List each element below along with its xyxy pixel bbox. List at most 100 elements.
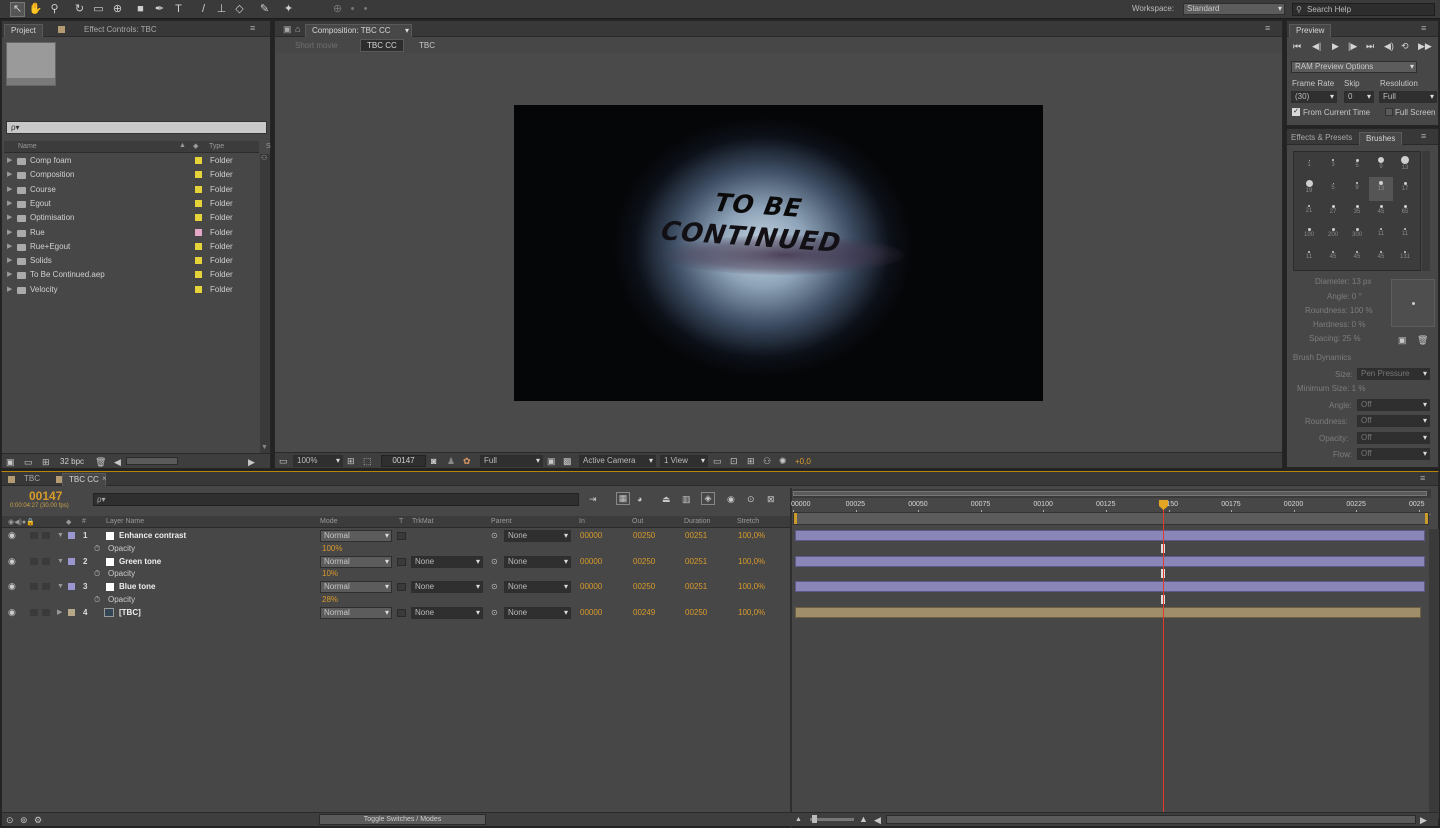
zoom-slider[interactable] (810, 815, 854, 823)
view-axis-icon[interactable]: • (358, 2, 373, 17)
brush-tip[interactable]: 131 (1393, 246, 1417, 270)
expand-arrow-icon[interactable]: ▶ (7, 240, 12, 254)
resolution-dropdown[interactable]: Full (1379, 91, 1437, 103)
expand-arrow-icon[interactable]: ▶ (7, 211, 12, 225)
lock-icon[interactable]: ▣ (283, 24, 292, 35)
stretch-value[interactable]: 100,0% (738, 555, 765, 568)
snapshot-icon[interactable]: ◙ (431, 456, 436, 466)
panel-menu-icon[interactable]: ≡ (1265, 24, 1275, 33)
project-item[interactable]: ▶ Composition Folder (4, 168, 259, 182)
previous-frame-icon[interactable]: ◀| (1312, 41, 1321, 52)
transparency-grid-icon[interactable]: ▩ (563, 456, 572, 466)
project-item[interactable]: ▶ To Be Continued.aep Folder (4, 268, 259, 282)
text-tool-icon[interactable]: T (171, 2, 186, 17)
layer-row[interactable]: ◉ ▼ 1 Enhance contrast Normal ⊙ None 00000 00250… (2, 529, 790, 542)
comp-mini-flowchart-icon[interactable]: ⇥ (589, 494, 597, 504)
zoom-in-icon[interactable]: ▲ (859, 814, 868, 824)
eraser-tool-icon[interactable]: ◇ (232, 2, 247, 17)
label-column-icon[interactable]: ◆ (193, 142, 198, 150)
scroll-left-arrow-icon[interactable]: ◀ (114, 457, 121, 467)
label-column-icon[interactable]: ◆ (66, 518, 71, 526)
layer-name[interactable]: Green tone (119, 555, 161, 568)
camera-dropdown[interactable]: Active Camera (579, 455, 656, 467)
scroll-down-arrow-icon[interactable]: ▼ (261, 444, 268, 451)
project-item[interactable]: ▶ Solids Folder (4, 254, 259, 268)
in-point[interactable]: 00000 (580, 555, 602, 568)
brush-tip[interactable]: 11 (1369, 223, 1393, 247)
project-item[interactable]: ▶ Rue Folder (4, 226, 259, 240)
expand-arrow-icon[interactable]: ▶ (7, 183, 12, 197)
loop-icon[interactable]: ⟲ (1401, 41, 1409, 52)
brush-tip[interactable]: 300 (1345, 223, 1369, 247)
skip-dropdown[interactable]: 0 (1344, 91, 1374, 103)
layer-name[interactable]: Enhance contrast (119, 529, 186, 542)
live-update-icon[interactable]: ⊠ (767, 494, 775, 504)
expand-arrow-icon[interactable]: ▶ (7, 226, 12, 240)
solo-switch[interactable] (30, 583, 38, 591)
duration-header[interactable]: Duration (684, 518, 710, 525)
brush-tip[interactable]: 9 (1345, 177, 1369, 201)
current-time-field[interactable]: 00147 (381, 455, 426, 467)
trkmat-dropdown[interactable]: None (411, 606, 483, 619)
layer-duration-bar[interactable] (795, 581, 1425, 593)
work-area-navigator[interactable] (793, 489, 1431, 498)
project-scrollbar[interactable]: ⚇ ▼ (260, 154, 270, 454)
motion-blur-icon[interactable]: ▥ (682, 494, 691, 504)
solo-switch[interactable] (30, 532, 38, 539)
expand-arrow-icon[interactable]: ▶ (57, 606, 62, 619)
draft-3d-icon[interactable]: ▦ (616, 492, 630, 505)
brush-tip[interactable]: 9 (1369, 154, 1393, 178)
brush-tip-grid[interactable]: 1 3 5 9 13 19 5 9 13 17 21 27 35 45 65 100 200 300 11 11 11 4… (1293, 151, 1421, 271)
clone-stamp-tool-icon[interactable]: ⊥ (214, 2, 229, 17)
full-screen-checkbox[interactable] (1385, 108, 1393, 116)
in-header[interactable]: In (579, 518, 585, 525)
rectangle-tool-icon[interactable]: ■ (133, 2, 148, 17)
first-frame-icon[interactable]: ⏮ (1293, 41, 1301, 52)
property-value[interactable]: 100% (322, 542, 342, 555)
pan-behind-tool-icon[interactable]: ⊕ (110, 2, 125, 17)
type-column-header[interactable]: Type (209, 143, 224, 150)
fast-previews-icon[interactable]: ⊡ (730, 456, 738, 466)
trkmat-dropdown[interactable]: None (411, 555, 483, 568)
workspace-dropdown[interactable]: Standard (1183, 3, 1285, 15)
brush-tip[interactable]: 100 (1297, 223, 1321, 247)
lock-switch[interactable] (42, 608, 50, 616)
lock-switch[interactable] (42, 532, 50, 539)
in-point[interactable]: 00000 (580, 529, 602, 542)
brush-tip[interactable]: 19 (1297, 177, 1321, 201)
preserve-transparency-toggle[interactable] (397, 608, 406, 617)
trkmat-header[interactable]: TrkMat (412, 518, 434, 525)
brush-tip[interactable]: 5 (1345, 154, 1369, 178)
pickwhip-icon[interactable]: ⊙ (491, 606, 498, 619)
frame-rate-dropdown[interactable]: (30) (1291, 91, 1337, 103)
horizontal-scroll-thumb[interactable] (126, 457, 178, 465)
property-value[interactable]: 28% (322, 593, 338, 606)
brush-tip[interactable]: 45 (1345, 246, 1369, 270)
project-item[interactable]: ▶ Optimisation Folder (4, 211, 259, 225)
timeline-icon[interactable]: ⊞ (747, 456, 755, 466)
layer-label-color[interactable] (68, 557, 75, 565)
stopwatch-icon[interactable]: ⏱ (94, 593, 100, 606)
shy-icon[interactable]: ◕ (637, 494, 642, 504)
layer-switches-icon[interactable]: ⊙ (6, 815, 14, 825)
blend-mode-dropdown[interactable]: Normal (320, 555, 392, 568)
parent-dropdown[interactable]: None (504, 555, 571, 568)
breadcrumb-short-movie[interactable]: Short movie (295, 41, 338, 50)
brush-tip[interactable]: 5 (1321, 177, 1345, 201)
preserve-transparency-toggle[interactable] (397, 583, 406, 592)
roto-brush-tool-icon[interactable]: ✎ (257, 2, 272, 17)
breadcrumb-tbc-cc[interactable]: TBC CC (360, 39, 404, 52)
out-header[interactable]: Out (632, 518, 643, 525)
stopwatch-icon[interactable]: ⏱ (94, 542, 100, 555)
bpc-indicator[interactable]: 32 bpc (60, 457, 84, 466)
play-icon[interactable]: ▶ (1332, 41, 1339, 52)
composition-viewer[interactable]: TO BE CONTINUED (514, 105, 1043, 401)
brush-tip[interactable]: 1 (1297, 154, 1321, 178)
brush-tip[interactable]: 35 (1345, 200, 1369, 224)
label-color-swatch[interactable] (195, 171, 202, 179)
expand-arrow-icon[interactable]: ▼ (57, 555, 64, 568)
parent-dropdown[interactable]: None (504, 530, 571, 542)
eye-visibility-icon[interactable]: ◉ (8, 555, 16, 568)
tab-project[interactable]: Project (4, 24, 43, 37)
reset-exposure-icon[interactable]: ✺ (779, 456, 787, 466)
